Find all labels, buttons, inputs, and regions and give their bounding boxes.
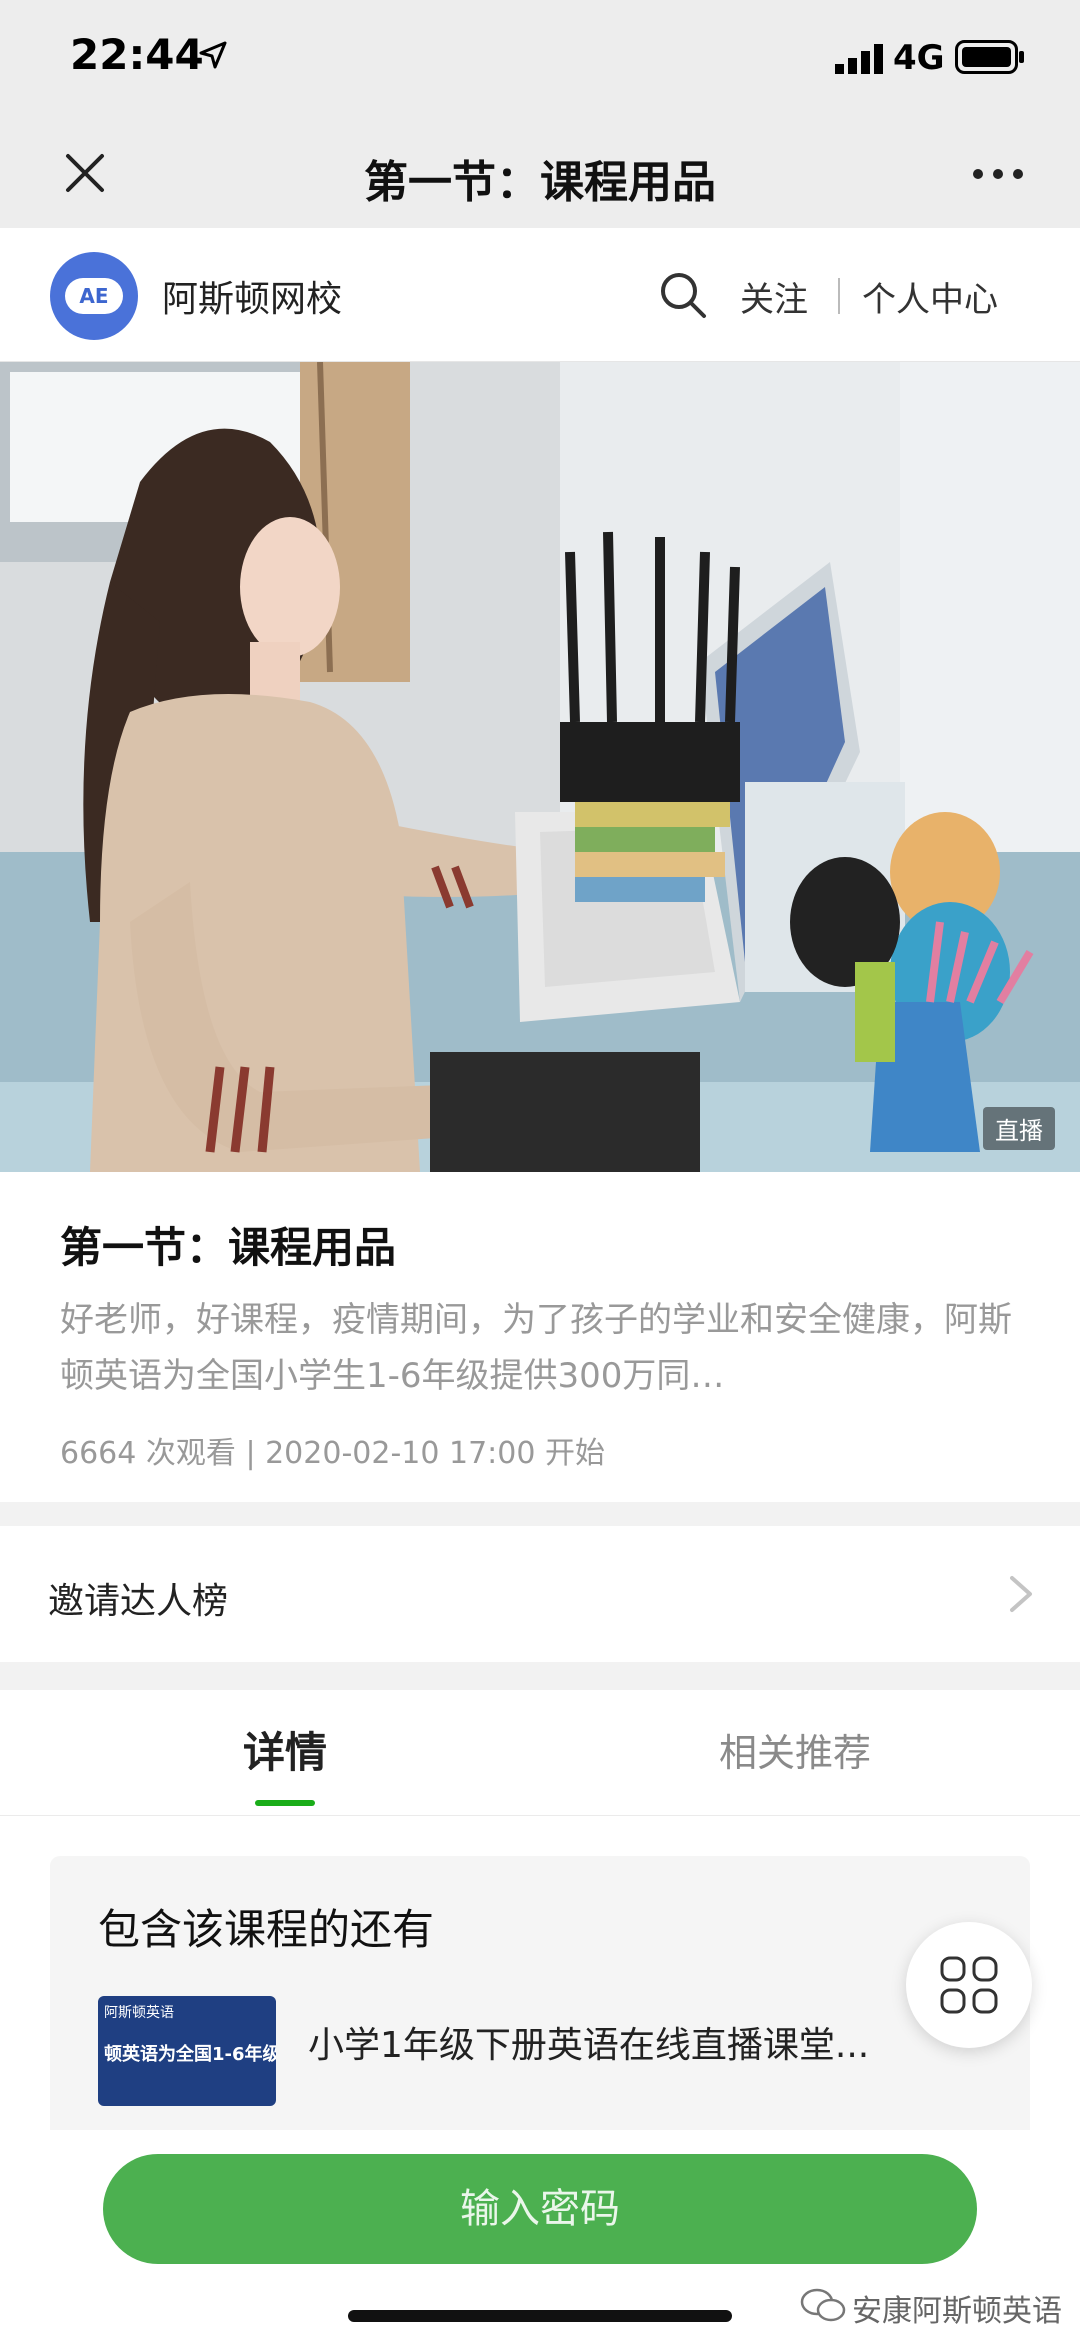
course-description[interactable]: 好老师，好课程，疫情期间，为了孩子的学业和安全健康，阿斯顿英语为全国小学生1-6… bbox=[60, 1292, 1020, 1404]
floating-menu-button[interactable] bbox=[906, 1922, 1032, 2048]
wechat-icon bbox=[800, 2288, 846, 2322]
battery-icon bbox=[955, 40, 1024, 74]
tab-related[interactable]: 相关推荐 bbox=[510, 1690, 1080, 1816]
view-count: 6664 次观看 bbox=[60, 1436, 236, 1471]
active-tab-indicator bbox=[255, 1800, 315, 1806]
channel-logo[interactable]: AE bbox=[50, 252, 138, 340]
status-bar: 22:44 4G bbox=[0, 0, 1080, 118]
course-info-card: 第一节：课程用品 好老师，好课程，疫情期间，为了孩子的学业和安全健康，阿斯顿英语… bbox=[0, 1172, 1080, 1502]
apps-icon bbox=[940, 1956, 998, 2014]
network-type: 4G bbox=[893, 38, 945, 78]
live-cover-image[interactable]: 直播 bbox=[0, 362, 1080, 1172]
bundle-item-title[interactable]: 小学1年级下册英语在线直播课堂... bbox=[308, 2016, 869, 2068]
signal-icon bbox=[835, 44, 883, 74]
watermark-text: 安康阿斯顿英语 bbox=[852, 2294, 1062, 2329]
home-indicator bbox=[348, 2310, 732, 2322]
tab-bar: 详情 相关推荐 bbox=[0, 1690, 1080, 1816]
page-content: AE 阿斯顿网校 关注 个人中心 直播 第一节：课程用品 好老师，好课程，疫情期… bbox=[0, 228, 1080, 2216]
live-badge: 直播 bbox=[983, 1107, 1055, 1150]
channel-name[interactable]: 阿斯顿网校 bbox=[162, 270, 342, 322]
divider bbox=[838, 278, 840, 314]
meta-separator: | bbox=[245, 1436, 256, 1471]
course-title: 第一节：课程用品 bbox=[60, 1223, 397, 1272]
follow-button[interactable]: 关注 bbox=[740, 272, 808, 321]
personal-center-link[interactable]: 个人中心 bbox=[862, 272, 998, 321]
search-icon[interactable] bbox=[658, 270, 708, 320]
chevron-right-icon bbox=[1010, 1576, 1032, 1612]
cover-illustration bbox=[0, 362, 1080, 1172]
bundle-title: 包含该课程的还有 bbox=[98, 1905, 435, 1954]
status-time: 22:44 bbox=[70, 30, 204, 79]
channel-logo-text: AE bbox=[65, 278, 123, 314]
nav-bar: 第一节：课程用品 bbox=[0, 118, 1080, 228]
channel-header: AE 阿斯顿网校 关注 个人中心 bbox=[0, 228, 1080, 362]
tab-details[interactable]: 详情 bbox=[0, 1690, 570, 1816]
enter-password-button[interactable]: 输入密码 bbox=[103, 2154, 977, 2264]
bottom-bar: 输入密码 安康阿斯顿英语 bbox=[0, 2130, 1080, 2336]
course-meta: 6664 次观看 | 2020-02-10 17:00 开始 bbox=[60, 1428, 605, 1472]
thumbnail-text-main: 顿英语为全国1-6年级 bbox=[104, 2044, 276, 2065]
location-arrow-icon bbox=[199, 41, 227, 69]
invite-leaderboard-row[interactable]: 邀请达人榜 bbox=[0, 1526, 1080, 1662]
bundle-item-thumbnail[interactable]: 阿斯顿英语 顿英语为全国1-6年级 bbox=[98, 1996, 276, 2106]
invite-leaderboard-label: 邀请达人榜 bbox=[48, 1581, 229, 1622]
start-time: 2020-02-10 17:00 开始 bbox=[265, 1436, 605, 1471]
page-title: 第一节：课程用品 bbox=[364, 157, 716, 208]
thumbnail-text-top: 阿斯顿英语 bbox=[104, 2005, 174, 2021]
more-icon[interactable] bbox=[968, 154, 1028, 194]
